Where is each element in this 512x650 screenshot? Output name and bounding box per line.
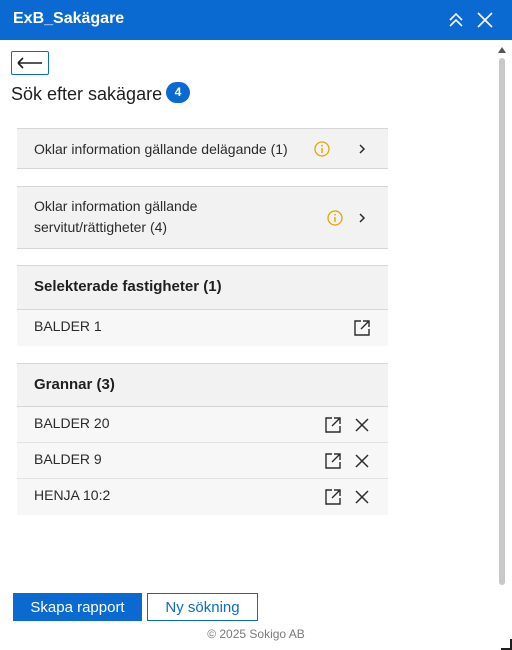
widget-title: ExB_Sakägare [13,10,125,27]
notice-label: Oklar information gällande delägande (1) [34,141,288,157]
chevron-right-icon [359,144,366,154]
remove-icon[interactable] [353,416,371,434]
notice-item-easements[interactable]: Oklar information gällande servitut/rätt… [17,186,388,249]
open-external-icon[interactable] [324,416,342,434]
copyright-text: © 2025 Sokigo AB [207,627,305,641]
back-button[interactable] [11,51,49,75]
scroll-up-icon[interactable] [498,47,506,53]
create-report-button[interactable]: Skapa rapport [13,593,142,621]
resize-handle-icon[interactable] [500,638,512,650]
property-name: BALDER 9 [34,451,102,467]
table-row: HENJA 10:2 [17,479,388,515]
open-external-icon[interactable] [324,452,342,470]
open-external-icon[interactable] [353,319,371,337]
table-row: BALDER 20 [17,407,388,443]
new-search-button[interactable]: Ny sökning [147,593,258,621]
close-icon[interactable] [475,10,495,30]
count-badge: 4 [166,82,190,103]
widget-header: ExB_Sakägare [0,0,512,40]
section-selected-header: Selekterade fastigheter (1) [17,265,388,310]
scrollbar[interactable] [499,58,505,585]
remove-icon[interactable] [353,488,371,506]
property-name: BALDER 1 [34,318,102,334]
back-arrow-icon [17,57,42,69]
table-row: BALDER 9 [17,443,388,479]
table-row: BALDER 1 [17,310,388,346]
notice-label-line1: Oklar information gällande [34,198,198,214]
info-icon [327,210,343,226]
section-neighbors-header: Grannar (3) [17,363,388,407]
open-external-icon[interactable] [324,488,342,506]
section-title: Selekterade fastigheter (1) [34,278,222,295]
remove-icon[interactable] [353,452,371,470]
property-name: HENJA 10:2 [34,487,111,503]
page-title: Sök efter sakägare [11,84,163,104]
property-name: BALDER 20 [34,415,110,431]
notice-item-ownership[interactable]: Oklar information gällande delägande (1) [17,128,388,169]
chevron-right-icon [359,213,366,223]
notice-label-line2: servitut/rättigheter (4) [34,219,168,235]
info-icon [314,141,330,157]
section-title: Grannar (3) [34,376,115,393]
collapse-icon[interactable] [446,10,466,30]
